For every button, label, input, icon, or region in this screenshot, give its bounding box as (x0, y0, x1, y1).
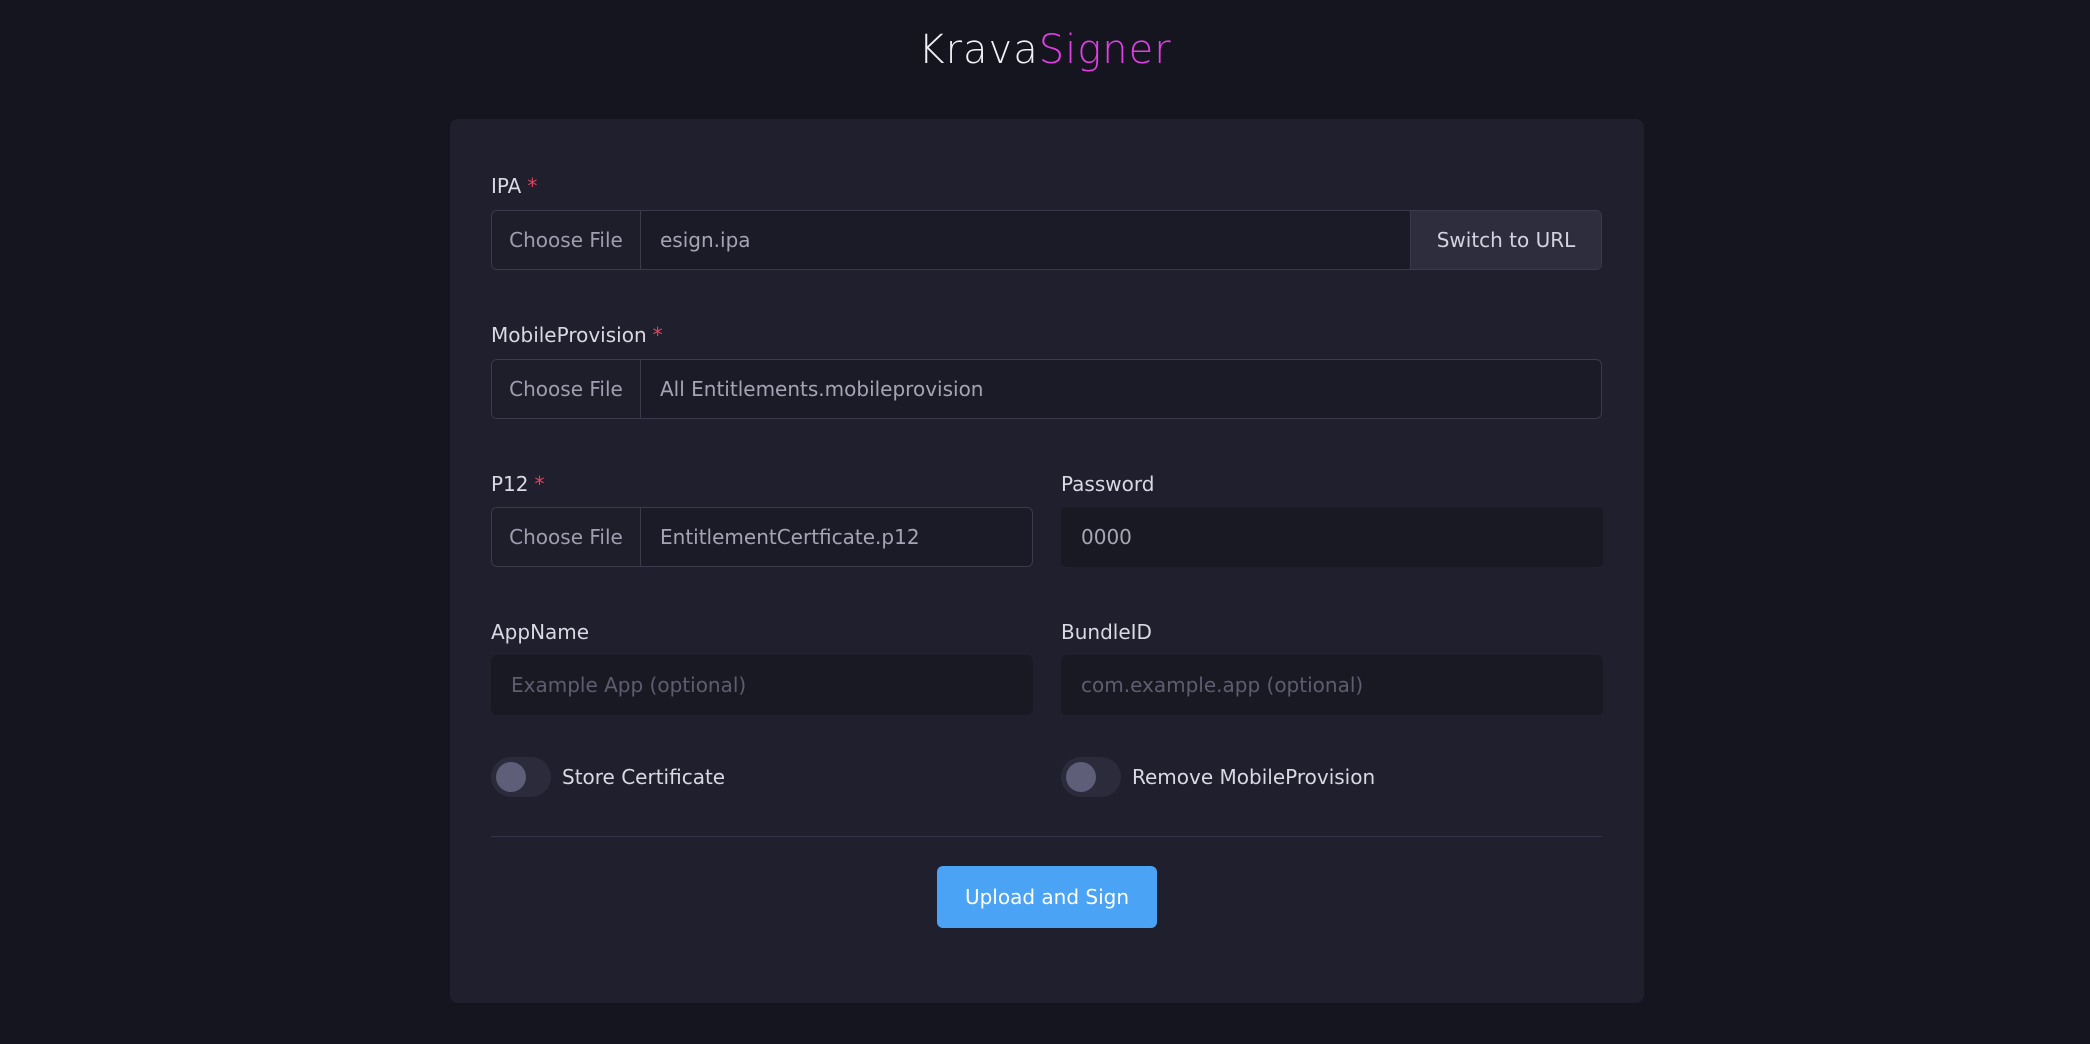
brand-logo: KravaSigner (0, 22, 2090, 78)
remove-mobileprovision-toggle[interactable] (1061, 757, 1121, 797)
bundleid-input[interactable]: com.example.app (optional) (1061, 655, 1603, 715)
mobileprovision-file-input[interactable]: Choose File All Entitlements.mobileprovi… (491, 359, 1602, 419)
appname-input[interactable]: Example App (optional) (491, 655, 1033, 715)
ipa-label-text: IPA (491, 174, 522, 198)
mobileprovision-choose-file-button[interactable]: Choose File (492, 360, 641, 418)
store-certificate-row: Store Certificate (491, 757, 725, 797)
p12-file-input[interactable]: Choose File EntitlementCertficate.p12 (491, 507, 1033, 567)
p12-choose-file-button[interactable]: Choose File (492, 508, 641, 566)
remove-mobileprovision-row: Remove MobileProvision (1061, 757, 1375, 797)
p12-label-text: P12 (491, 472, 529, 496)
required-mark: * (652, 323, 663, 347)
p12-label: P12 * (491, 471, 545, 497)
mobileprovision-label: MobileProvision * (491, 322, 663, 348)
ipa-file-name: esign.ipa (660, 228, 751, 252)
ipa-choose-file-button[interactable]: Choose File (492, 211, 641, 269)
switch-to-url-button[interactable]: Switch to URL (1410, 211, 1601, 269)
store-certificate-toggle[interactable] (491, 757, 551, 797)
ipa-label: IPA * (491, 173, 537, 199)
password-label: Password (1061, 472, 1155, 496)
remove-mobileprovision-label: Remove MobileProvision (1132, 765, 1376, 789)
sign-form-card: IPA * Choose File esign.ipa Switch to URL… (450, 119, 1644, 1003)
upload-and-sign-button[interactable]: Upload and Sign (937, 866, 1157, 928)
p12-file-name: EntitlementCertficate.p12 (660, 525, 920, 549)
mobileprovision-file-name: All Entitlements.mobileprovision (660, 377, 984, 401)
divider (491, 836, 1602, 837)
brand-part-2: Signer (1038, 27, 1172, 73)
brand-part-1: Krava (918, 27, 1039, 73)
required-mark: * (534, 472, 545, 496)
appname-label: AppName (491, 620, 590, 644)
required-mark: * (527, 174, 538, 198)
toggle-knob (496, 762, 526, 792)
store-certificate-label: Store Certificate (562, 765, 726, 789)
page: KravaSigner IPA * Choose File esign.ipa S… (0, 0, 2090, 1044)
bundleid-label: BundleID (1061, 620, 1152, 644)
password-field[interactable]: 0000 (1061, 507, 1603, 567)
toggle-knob (1066, 762, 1096, 792)
ipa-file-input[interactable]: Choose File esign.ipa Switch to URL (491, 210, 1602, 270)
mobileprovision-label-text: MobileProvision (491, 323, 647, 347)
